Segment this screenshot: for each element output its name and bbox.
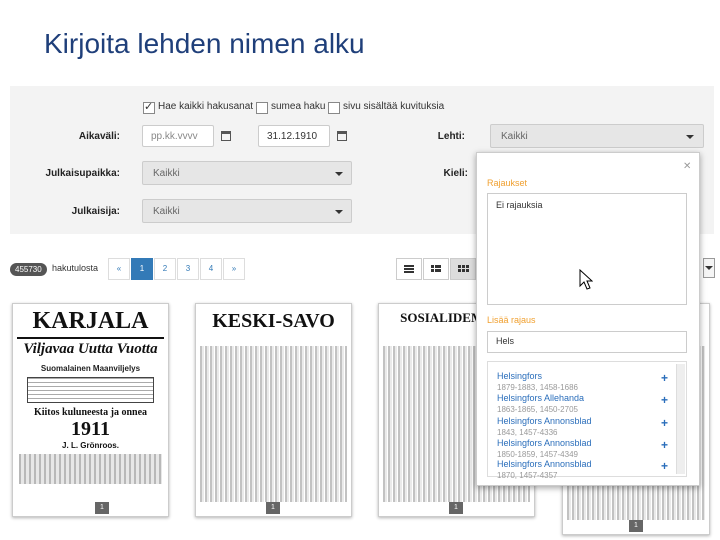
date-to-input[interactable]: 31.12.1910 <box>258 125 330 147</box>
thumbnail-year: 1911 <box>71 418 110 440</box>
result-item-years: 1870, 1457-4357 <box>497 471 558 480</box>
julkaisija-select[interactable]: Kaikki <box>142 199 352 223</box>
thumbnail-masthead: KARJALA <box>32 308 149 334</box>
thumbnail-headline: Viljavaa Uutta Vuotta <box>23 341 158 357</box>
pagination-page-4[interactable]: 4 <box>200 258 222 280</box>
lehti-label: Lehti: <box>437 131 465 142</box>
checkbox-illustrations-label: sivu sisältää kuvituksia <box>343 101 445 112</box>
rajaukset-value: Ei rajauksia <box>496 200 543 210</box>
compact-view-button[interactable] <box>423 258 449 280</box>
chevron-down-icon[interactable] <box>686 135 694 139</box>
date-from-input[interactable]: pp.kk.vvvv <box>142 125 214 147</box>
thumbnail-text: Kiitos kuluneesta ja onnea <box>33 407 148 418</box>
add-icon[interactable]: + <box>661 459 668 473</box>
add-icon[interactable]: + <box>661 371 668 385</box>
mouse-pointer-icon <box>579 269 593 290</box>
result-item-years: 1863-1865, 1450-2705 <box>497 405 578 414</box>
julkaisupaikka-select[interactable]: Kaikki <box>142 161 352 185</box>
result-item-years: 1850-1859, 1457-4349 <box>497 450 578 459</box>
thumbnail-page-number: 1 <box>629 520 643 532</box>
lehti-dropdown-popup: ✕ Rajaukset Ei rajauksia Lisää rajaus He… <box>476 152 700 486</box>
lisaa-rajaus-title: Lisää rajaus <box>487 315 536 325</box>
list-icon <box>431 265 441 272</box>
pagination-page-1[interactable]: 1 <box>131 258 153 280</box>
pagination-page-3[interactable]: 3 <box>177 258 199 280</box>
list-icon <box>404 265 414 273</box>
lehti-select[interactable]: Kaikki <box>490 124 704 148</box>
result-item-years: 1879-1883, 1458-1686 <box>497 383 578 392</box>
checkbox-illustrations[interactable] <box>328 102 340 114</box>
checkbox-fuzzy-label: sumea haku <box>271 101 326 112</box>
add-icon[interactable]: + <box>661 416 668 430</box>
rajaukset-title: Rajaukset <box>487 178 528 188</box>
add-icon[interactable]: + <box>661 393 668 407</box>
slide-title: Kirjoita lehden nimen alku <box>44 28 365 59</box>
pagination-next[interactable]: » <box>223 258 245 280</box>
result-item-name[interactable]: Helsingfors Annonsblad <box>497 438 592 448</box>
date-range-label: Aikaväli: <box>78 131 120 142</box>
kieli-label: Kieli: <box>443 168 468 179</box>
result-thumbnail[interactable]: KESKI-SAVO 1 <box>195 303 352 517</box>
thumbnail-page-number: 1 <box>449 502 463 514</box>
checkbox-fuzzy[interactable] <box>256 102 268 114</box>
chevron-down-icon <box>705 266 713 270</box>
result-item-name[interactable]: Helsingfors Annonsblad <box>497 416 592 426</box>
grid-view-button[interactable] <box>450 258 476 280</box>
checkbox-all-terms[interactable] <box>143 100 155 114</box>
close-icon[interactable]: ✕ <box>683 161 691 172</box>
thumbnail-masthead: KESKI-SAVO <box>212 310 335 332</box>
result-item-name[interactable]: Helsingfors <box>497 371 542 381</box>
scrollbar[interactable] <box>676 364 685 474</box>
grid-icon <box>458 265 469 272</box>
calendar-icon[interactable] <box>337 131 347 141</box>
thumbnail-text: J. L. Grönroos. <box>62 441 119 450</box>
sort-select[interactable] <box>703 258 715 278</box>
result-count-label: hakutulosta <box>52 263 99 273</box>
thumbnail-text: Suomalainen Maanviljelys <box>40 364 141 373</box>
thumbnail-page-number: 1 <box>266 502 280 514</box>
result-item-name[interactable]: Helsingfors Allehanda <box>497 393 584 403</box>
chevron-down-icon[interactable] <box>335 210 343 214</box>
result-count-badge: 455730 <box>10 263 47 276</box>
result-thumbnail[interactable]: KARJALA Viljavaa Uutta Vuotta Suomalaine… <box>12 303 169 517</box>
result-item-years: 1843, 1457-4336 <box>497 428 558 437</box>
julkaisija-label: Julkaisija: <box>71 206 120 217</box>
calendar-icon[interactable] <box>221 131 231 141</box>
pagination-page-2[interactable]: 2 <box>154 258 176 280</box>
thumbnail-page-number: 1 <box>95 502 109 514</box>
list-view-button[interactable] <box>396 258 422 280</box>
result-item-name[interactable]: Helsingfors Annonsblad <box>497 459 592 469</box>
newspaper-search-input[interactable]: Hels <box>487 331 687 353</box>
julkaisupaikka-label: Julkaisupaikka: <box>45 168 120 179</box>
pagination-prev[interactable]: « <box>108 258 130 280</box>
chevron-down-icon[interactable] <box>335 172 343 176</box>
checkbox-all-terms-label: Hae kaikki hakusanat <box>158 101 254 112</box>
add-icon[interactable]: + <box>661 438 668 452</box>
